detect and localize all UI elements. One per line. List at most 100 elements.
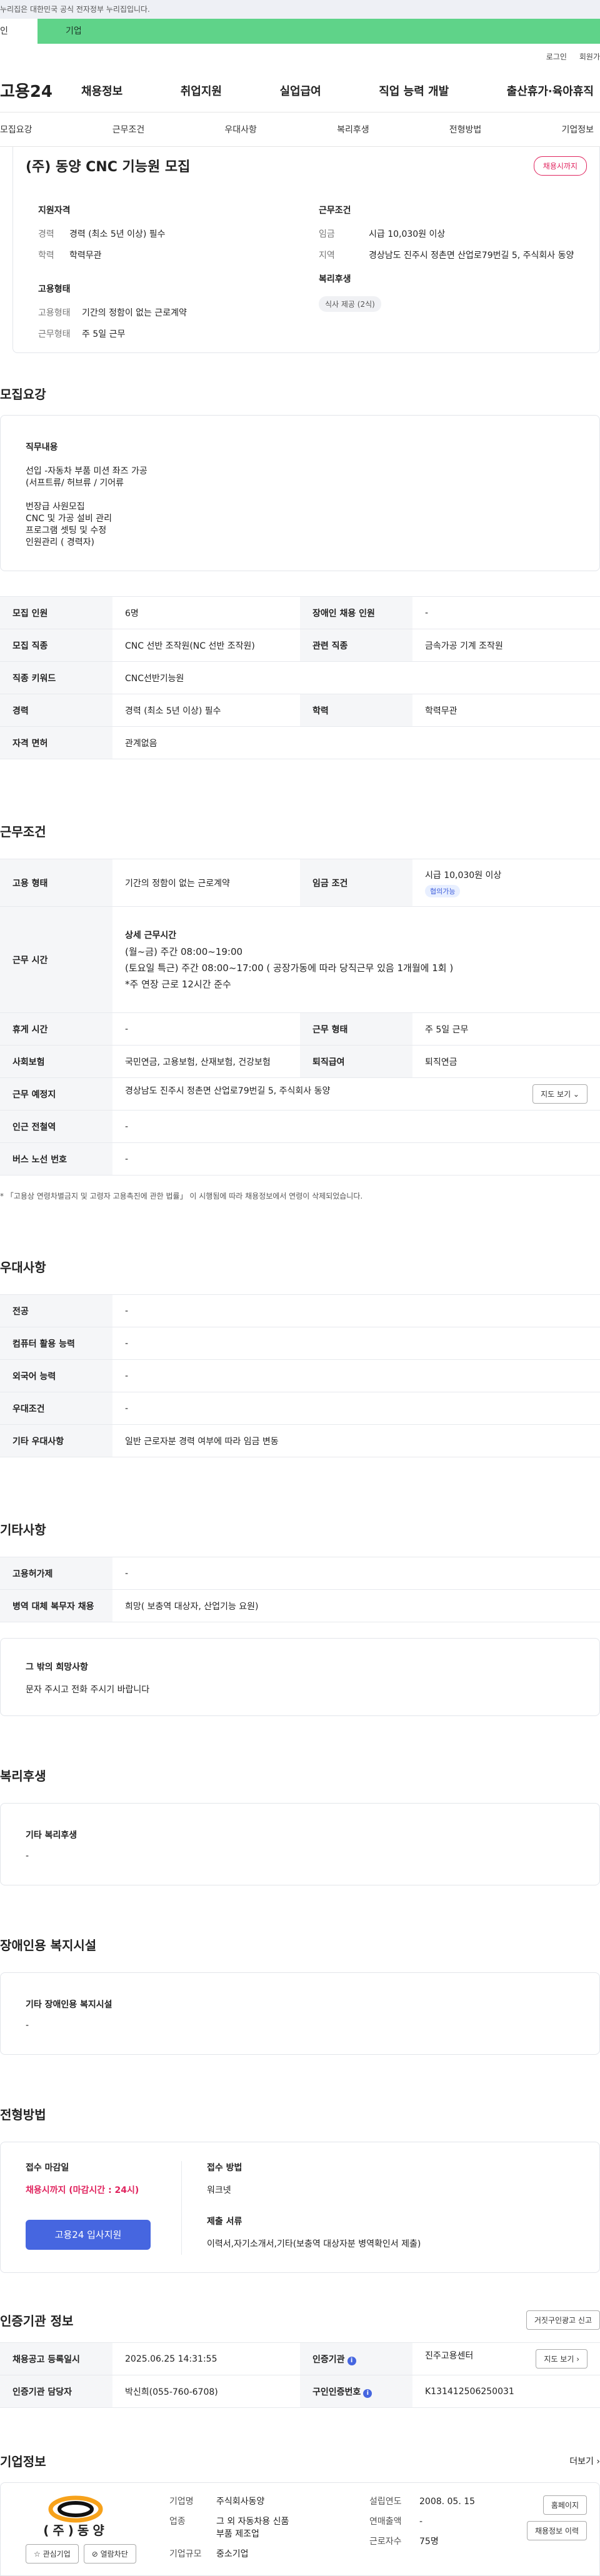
- cell-label: 인증기관 담당자: [0, 2375, 112, 2408]
- favorite-company-button[interactable]: ☆ 관심기업: [26, 2544, 79, 2564]
- subnav-company[interactable]: 기업정보: [561, 123, 594, 136]
- subnav-welfare[interactable]: 복리후생: [337, 123, 369, 136]
- cell-value: 학력무관: [412, 694, 600, 727]
- summary-conditions: 근무조건 임금 시급 10,030원 이상 지역 경상남도 진주시 정촌면 산업로7…: [306, 204, 587, 349]
- label: 기업규모: [169, 2549, 202, 2559]
- value: 2008. 05. 15: [419, 2497, 476, 2507]
- gnb-item-unemployment[interactable]: 실업급여: [280, 82, 321, 99]
- tab-personal[interactable]: 인: [0, 19, 38, 44]
- cell-value: CNC선반기능원: [112, 661, 600, 694]
- cell-label: 고용 형태: [0, 859, 112, 907]
- cell-value: 시급 10,030원 이상 협의가능: [412, 859, 600, 907]
- table-row: 외국어 능력 -: [0, 1359, 600, 1392]
- value: 주 5일 근무: [82, 329, 126, 339]
- report-fake-ad-button[interactable]: 거짓구인광고 신고: [526, 2310, 600, 2330]
- block-view-button[interactable]: ⊘ 열람차단: [83, 2544, 136, 2564]
- company-section-title: 기업정보: [0, 2454, 46, 2469]
- company-info-left: 기업명 주식회사동양 업종 그 외 자동차용 신품 부품 제조업 기업규모 중소기업: [169, 2495, 369, 2575]
- company-card: (주)동양 ☆ 관심기업 ⊘ 열람차단 기업명 주식회사동양 업종 그 외 자동차용…: [0, 2482, 600, 2576]
- gnb-item-jobs[interactable]: 채용정보: [81, 82, 122, 99]
- cell-label: 컴퓨터 활용 능력: [0, 1327, 112, 1360]
- subnav-recruit[interactable]: 모집요강: [0, 123, 32, 136]
- apply-button[interactable]: 고용24 입사지원: [26, 2220, 151, 2250]
- cell-label: 인증기관 i: [300, 2342, 412, 2375]
- label: 설립연도: [369, 2497, 402, 2507]
- subnav-process[interactable]: 전형방법: [449, 123, 482, 136]
- table-row: 경력 경력 (최소 5년 이상) 필수 학력 학력무관: [0, 694, 600, 727]
- welfare-pill: 식사 제공 (2식): [319, 296, 381, 312]
- homepage-button[interactable]: 홈페이지: [542, 2495, 587, 2515]
- tab-company[interactable]: 기업: [38, 19, 600, 44]
- value: 중소기업: [216, 2549, 249, 2559]
- table-row: 우대조건 -: [0, 1392, 600, 1425]
- etc-table: 고용허가제 - 병역 대체 복무자 채용 희망( 보충역 대상자, 산업기능 요원): [0, 1557, 600, 1622]
- table-row: 근무 예정지 경상남도 진주시 정촌면 산업로79번길 5, 주식회사 동양 지…: [0, 1077, 600, 1111]
- cell-label: 직종 키워드: [0, 661, 112, 694]
- info-icon[interactable]: i: [363, 2389, 372, 2398]
- hours-line: (토요일 특근) 주간 08:00~17:00 ( 공장가동에 따라 당직근무 …: [125, 962, 454, 974]
- sub-nav: 모집요강 근무조건 우대사항 복리후생 전형방법 기업정보: [0, 112, 600, 147]
- signup-link[interactable]: 회원가: [579, 51, 600, 62]
- cell-label: 우대조건: [0, 1392, 112, 1425]
- map-view-button[interactable]: 지도 보기 ⌄: [532, 1084, 588, 1104]
- value: -: [419, 2517, 423, 2527]
- cert-map-button[interactable]: 지도 보기 ›: [536, 2349, 588, 2369]
- table-row: 채용공고 등록일시 2025.06.25 14:31:55 인증기관 i 진주고용센…: [0, 2342, 600, 2375]
- label: 임금: [319, 229, 335, 239]
- cell-label: 근무 시간: [0, 906, 112, 1013]
- process-card: 접수 마감일 채용시까지 (마감시간 : 24시) 고용24 입사지원 접수 방…: [0, 2142, 600, 2273]
- value: 그 외 자동차용 신품 부품 제조업: [216, 2517, 289, 2539]
- cell-value: 상세 근무시간 (월~금) 주간 08:00~19:00 (토요일 특근) 주간…: [112, 906, 600, 1013]
- cell-value: 경상남도 진주시 정촌면 산업로79번길 5, 주식회사 동양 지도 보기 ⌄: [112, 1077, 600, 1111]
- process-left: 접수 마감일 채용시까지 (마감시간 : 24시) 고용24 입사지원: [26, 2161, 182, 2255]
- company-header: 기업정보 더보기 ›: [0, 2452, 600, 2470]
- gnb-item-training[interactable]: 직업 능력 개발: [379, 82, 449, 99]
- hours-line: (월~금) 주간 08:00~19:00: [125, 946, 243, 957]
- gnb-item-parental-leave[interactable]: 출산휴가·육아휴직: [507, 82, 594, 99]
- portal-tabs: 인 기업: [0, 19, 600, 44]
- welfare-card: 기타 복리후생 -: [0, 1803, 600, 1885]
- method-value: 워크넷: [207, 2185, 231, 2195]
- pref-table: 전공 - 컴퓨터 활용 능력 - 외국어 능력 - 우대조건 - 기타 우대사항 일반 근…: [0, 1294, 600, 1457]
- table-row: 모집 인원 6명 장애인 채용 인원 -: [0, 596, 600, 629]
- login-link[interactable]: 로그인: [546, 51, 567, 62]
- label: 지역: [319, 251, 335, 261]
- gov-banner: 누리집은 대한민국 공식 전자정부 누리집입니다.: [0, 0, 600, 19]
- table-row: 사회보험 국민연금, 고용보험, 산재보험, 건강보험 퇴직급여 퇴직연금: [0, 1045, 600, 1078]
- hours-heading: 상세 근무시간: [125, 930, 177, 941]
- value: 경력 (최소 5년 이상) 필수: [69, 229, 166, 239]
- site-logo[interactable]: 고용24: [0, 79, 81, 102]
- cell-label: 외국어 능력: [0, 1359, 112, 1392]
- duty-heading: 직무내용: [26, 442, 58, 452]
- job-history-button[interactable]: 채용정보 이력: [526, 2521, 587, 2540]
- cert-section-title: 인증기관 정보: [0, 2314, 74, 2329]
- table-row: 고용 형태 기간의 정함이 없는 근로계약 임금 조건 시급 10,030원 이상…: [0, 859, 600, 907]
- subnav-preference[interactable]: 우대사항: [224, 123, 257, 136]
- company-more-link[interactable]: 더보기 ›: [569, 2455, 600, 2467]
- welfare-value: -: [26, 1851, 29, 1861]
- duty-card: 직무내용 선입 -자동차 부품 미션 좌즈 가공 (서프트류/ 허브류 / 기어…: [0, 415, 600, 571]
- company-logo-text: (주)동양: [43, 2523, 108, 2538]
- cell-label: 고용허가제: [0, 1557, 112, 1590]
- subnav-conditions[interactable]: 근무조건: [112, 123, 145, 136]
- cell-value: -: [412, 596, 600, 629]
- summary-grid: 지원자격 경력 경력 (최소 5년 이상) 필수 학력 학력무관 고용형태 고용형태…: [26, 204, 587, 349]
- cell-value: 6명: [112, 596, 300, 629]
- qualification-heading: 지원자격: [38, 206, 71, 216]
- table-row: 인증기관 담당자 박신희(055-760-6708) 구인인증번호 i K13141…: [0, 2375, 600, 2408]
- cell-value: -: [112, 1012, 300, 1046]
- cell-value: -: [112, 1142, 600, 1176]
- work-section-title: 근무조건: [0, 824, 46, 839]
- table-row: 휴게 시간 - 근무 형태 주 5일 근무: [0, 1012, 600, 1046]
- table-row: 인근 전철역 -: [0, 1110, 600, 1143]
- summary-card: (주) 동양 CNC 기능원 모집 채용시까지 지원자격 경력 경력 (최소 5년…: [12, 147, 600, 353]
- docs-label: 제출 서류: [207, 2217, 242, 2227]
- info-icon[interactable]: i: [347, 2356, 356, 2365]
- table-row: 전공 -: [0, 1294, 600, 1327]
- label: 근로자수: [369, 2537, 402, 2547]
- gnb-item-employment-support[interactable]: 취업지원: [181, 82, 222, 99]
- cell-value: -: [112, 1294, 600, 1327]
- cell-value: 일반 근로자분 경력 여부에 따라 임금 변동: [112, 1424, 600, 1457]
- job-title: (주) 동양 CNC 기능원 모집: [26, 159, 191, 175]
- company-logo-area: (주)동양 ☆ 관심기업 ⊘ 열람차단: [26, 2495, 169, 2575]
